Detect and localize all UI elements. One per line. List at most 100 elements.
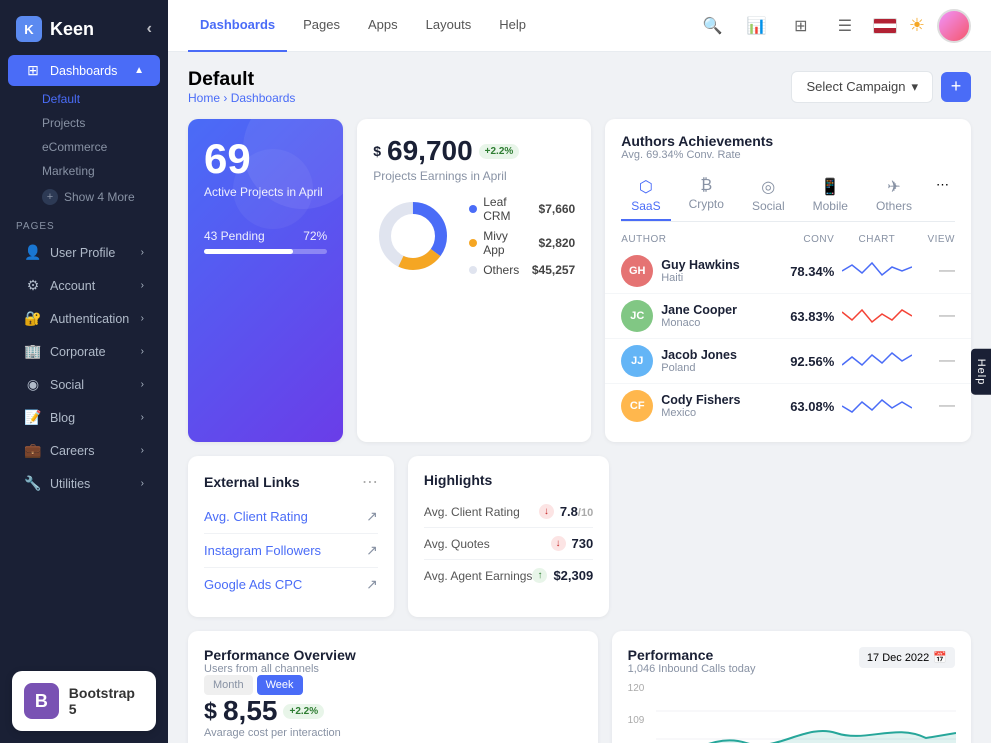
author-conv-1: 78.34%	[763, 264, 834, 279]
highlight-label-3: Avg. Agent Earnings	[424, 569, 533, 583]
author-conv-2: 63.83%	[763, 309, 834, 324]
tab-pages[interactable]: Pages	[291, 0, 352, 52]
sidebar-item-authentication[interactable]: 🔐 Authentication ›	[8, 303, 160, 334]
authors-card-title: Authors Achievements	[621, 133, 955, 149]
chevron-down-icon: ▾	[911, 79, 918, 95]
language-flag[interactable]	[873, 18, 897, 34]
authors-tab-crypto[interactable]: ₿ Crypto	[679, 171, 734, 221]
sidebar-item-account[interactable]: ⚙ Account ›	[8, 270, 160, 301]
py-120: 120	[628, 683, 654, 694]
legend-val-1: $7,660	[525, 202, 575, 216]
tab-apps[interactable]: Apps	[356, 0, 410, 52]
highlight-value-2: ↓ 730	[551, 536, 594, 551]
author-location-4: Mexico	[661, 407, 740, 419]
author-view-3[interactable]: —	[920, 352, 956, 370]
sidebar-item-user-profile[interactable]: 👤 User Profile ›	[8, 237, 160, 268]
bootstrap-badge[interactable]: B Bootstrap 5	[12, 671, 156, 731]
py-109: 109	[628, 715, 654, 726]
week-button[interactable]: Week	[257, 675, 303, 695]
bootstrap-icon: B	[24, 683, 59, 719]
author-view-1[interactable]: —	[920, 262, 956, 280]
author-avatar-4: CF	[621, 390, 653, 422]
link-text-2[interactable]: Instagram Followers	[204, 543, 321, 558]
author-row-4: CF Cody Fishers Mexico 63.08% —	[605, 384, 971, 428]
topnav-right: 🔍 📊 ⊞ ☰ ☀	[697, 9, 971, 43]
sidebar-label-careers: Careers	[50, 444, 94, 458]
sidebar-collapse-button[interactable]: ‹	[147, 20, 152, 38]
app-name: Keen	[50, 19, 94, 40]
utilities-icon: 🔧	[24, 475, 42, 492]
author-name-4: Cody Fishers	[661, 393, 740, 407]
sidebar: K Keen ‹ ⊞ Dashboards ▲ Default Projects…	[0, 0, 168, 743]
highlight-row-2: Avg. Quotes ↓ 730	[424, 528, 593, 560]
sidebar-item-blog[interactable]: 📝 Blog ›	[8, 402, 160, 433]
sidebar-item-utilities[interactable]: 🔧 Utilities ›	[8, 468, 160, 499]
sidebar-subitem-ecommerce[interactable]: eCommerce	[0, 135, 168, 159]
sidebar-subitem-projects[interactable]: Projects	[0, 111, 168, 135]
add-campaign-button[interactable]: +	[941, 72, 971, 102]
sidebar-label-utilities: Utilities	[50, 477, 90, 491]
legend-item-3: Others $45,257	[469, 263, 575, 277]
tab-layouts[interactable]: Layouts	[414, 0, 484, 52]
breadcrumb-home[interactable]: Home	[188, 91, 220, 105]
others-label: Others	[876, 199, 912, 213]
theme-toggle[interactable]: ☀	[909, 15, 925, 36]
sidebar-item-social[interactable]: ◉ Social ›	[8, 369, 160, 400]
sidebar-subitem-default[interactable]: Default	[0, 87, 168, 111]
sidebar-logo: K Keen ‹	[0, 0, 168, 54]
sidebar-item-dashboards[interactable]: ⊞ Dashboards ▲	[8, 55, 160, 86]
tab-help[interactable]: Help	[487, 0, 538, 52]
tab-dashboards[interactable]: Dashboards	[188, 0, 287, 52]
earnings-subtitle: Projects Earnings in April	[373, 169, 575, 183]
sidebar-subitem-marketing[interactable]: Marketing	[0, 159, 168, 183]
authors-tab-others[interactable]: ✈ Others	[866, 171, 922, 221]
author-view-2[interactable]: —	[920, 307, 956, 325]
chart-icon[interactable]: 📊	[741, 10, 773, 42]
author-name-2: Jane Cooper	[661, 303, 737, 317]
col-view-header: VIEW	[920, 234, 956, 245]
month-button[interactable]: Month	[204, 675, 253, 695]
authors-tab-mobile[interactable]: 📱 Mobile	[803, 171, 858, 221]
author-location-3: Poland	[661, 362, 737, 374]
link-text-1[interactable]: Avg. Client Rating	[204, 509, 308, 524]
earnings-badge: +2.2%	[479, 144, 520, 159]
performance-header: Performance 1,046 Inbound Calls today 17…	[628, 647, 955, 675]
authors-tab-saas[interactable]: ⬡ SaaS	[621, 171, 670, 221]
link-text-3[interactable]: Google Ads CPC	[204, 577, 302, 592]
dashboards-icon: ⊞	[24, 62, 42, 79]
link-item-2: Instagram Followers ↗	[204, 534, 378, 568]
perf-y-axis: 120 109 90 75 60	[628, 683, 654, 743]
search-icon[interactable]: 🔍	[697, 10, 729, 42]
performance-date-button[interactable]: 17 Dec 2022 📅	[859, 647, 955, 668]
perf-overview-amount: $ 8,55 +2.2%	[204, 695, 582, 727]
help-tab[interactable]: Help	[971, 348, 991, 395]
plus-icon: +	[42, 189, 58, 205]
sidebar-item-corporate[interactable]: 🏢 Corporate ›	[8, 336, 160, 367]
grid-icon[interactable]: ⊞	[785, 10, 817, 42]
links-header: External Links ⋯	[204, 472, 378, 492]
external-link-icon-3[interactable]: ↗	[366, 576, 378, 593]
authors-tab-social[interactable]: ◎ Social	[742, 171, 795, 221]
sidebar-item-careers[interactable]: 💼 Careers ›	[8, 435, 160, 466]
authors-options[interactable]: ⋯	[930, 171, 955, 221]
active-projects-label: Active Projects in April	[204, 185, 327, 199]
authors-tabs: ⬡ SaaS ₿ Crypto ◎ Social 📱 Mobile	[621, 171, 955, 222]
author-view-4[interactable]: —	[920, 397, 956, 415]
user-avatar[interactable]	[937, 9, 971, 43]
sidebar-label-blog: Blog	[50, 411, 75, 425]
logo-icon: K	[16, 16, 42, 42]
show-more-button[interactable]: + Show 4 More	[0, 183, 168, 211]
saas-icon: ⬡	[639, 177, 653, 197]
social-tab-icon: ◎	[761, 177, 775, 197]
pages-section-label: PAGES	[0, 211, 168, 236]
menu-icon[interactable]: ☰	[829, 10, 861, 42]
account-icon: ⚙	[24, 277, 42, 294]
select-campaign-button[interactable]: Select Campaign ▾	[791, 71, 933, 103]
links-options-icon[interactable]: ⋯	[362, 472, 378, 492]
external-link-icon-1[interactable]: ↗	[366, 508, 378, 525]
external-link-icon-2[interactable]: ↗	[366, 542, 378, 559]
author-info-4: CF Cody Fishers Mexico	[621, 390, 763, 422]
page-title: Default	[188, 68, 295, 91]
mobile-icon: 📱	[820, 177, 840, 197]
author-name-3: Jacob Jones	[661, 348, 737, 362]
